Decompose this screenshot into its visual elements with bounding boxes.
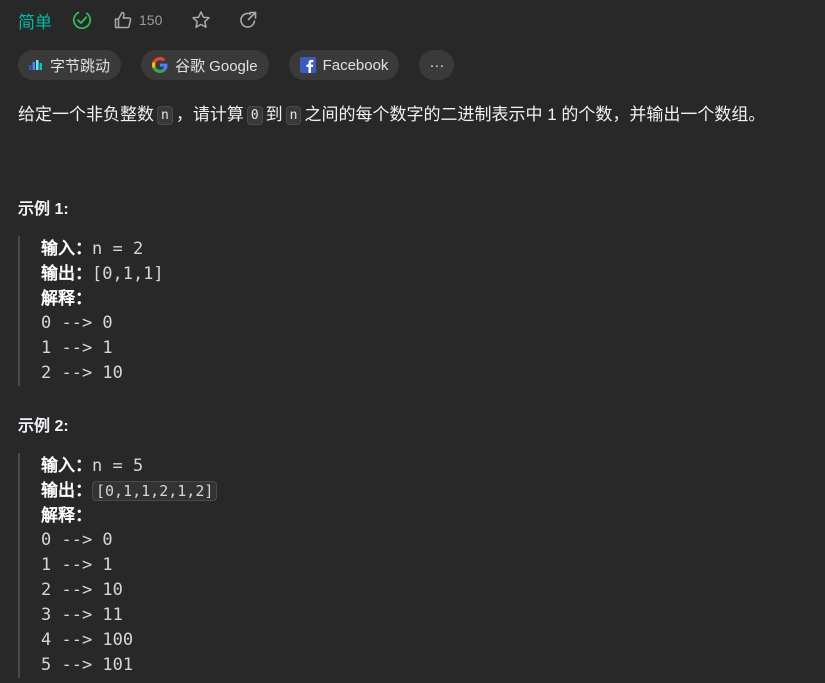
example-input: 输入：n = 2: [41, 236, 164, 261]
example-explain: 解释：: [41, 503, 217, 528]
description-text: 之间的每个数字的二进制表示中 1 的个数，并输出一个数组。: [304, 105, 766, 124]
output-value: [0,1,1,2,1,2]: [92, 481, 218, 501]
tag-google[interactable]: 谷歌 Google: [141, 50, 269, 80]
bytedance-icon: [29, 59, 43, 71]
inline-code-zero: 0: [246, 106, 263, 125]
input-label: 输入：: [41, 239, 92, 258]
explain-label: 解释：: [41, 506, 92, 525]
inline-code-n: n: [157, 106, 173, 125]
share-icon[interactable]: [238, 10, 258, 30]
input-value: n = 2: [92, 239, 144, 259]
explain-label: 解释：: [41, 289, 92, 308]
example-output: 输出： [0,1,1,2,1,2]: [41, 478, 218, 503]
example-explain: 解释：: [41, 286, 164, 311]
more-tags-button[interactable]: ···: [419, 50, 455, 80]
like-count: 150: [139, 12, 163, 28]
explain-line: 3 --> 11: [41, 605, 123, 625]
google-icon: [152, 57, 168, 73]
facebook-icon: [299, 57, 316, 73]
description-text: ，请计算: [175, 105, 244, 124]
description-text: 给定一个非负整数: [18, 105, 154, 124]
input-value: n = 5: [92, 456, 144, 476]
tag-label: 谷歌 Google: [175, 57, 258, 75]
explain-line: 5 --> 101: [41, 655, 134, 675]
difficulty-badge: 简单: [18, 12, 52, 32]
explain-line: 2 --> 10: [41, 580, 123, 600]
problem-description: 给定一个非负整数 n ，请计算 0 到 n 之间的每个数字的二进制表示中 1 的个数，并输出…: [18, 100, 818, 132]
like-button[interactable]: 150: [113, 10, 162, 30]
example-output: 输出：[0,1,1]: [41, 261, 164, 286]
company-tags: 字节跳动 谷歌 Google Facebook ···: [18, 50, 474, 80]
tag-bytedance[interactable]: 字节跳动: [18, 50, 122, 80]
explain-line: 1 --> 1: [41, 338, 113, 358]
example-input: 输入：n = 5: [41, 453, 217, 478]
example-1-block: 输入：n = 2 输出：[0,1,1] 解释： 0 --> 0 1 --> 1 …: [18, 236, 164, 386]
description-text: 到: [265, 105, 283, 124]
problem-meta-bar: 简单 150: [18, 6, 258, 34]
output-label: 输出：: [41, 264, 92, 283]
explain-line: 1 --> 1: [41, 555, 113, 575]
tag-label: Facebook: [322, 56, 389, 74]
explain-line: 4 --> 100: [41, 630, 134, 650]
tag-label: 字节跳动: [50, 57, 111, 75]
output-value: [0,1,1]: [92, 264, 164, 284]
problem-content: 给定一个非负整数 n ，请计算 0 到 n 之间的每个数字的二进制表示中 1 的个数，并输出…: [18, 100, 818, 678]
explain-line: 0 --> 0: [41, 530, 113, 550]
tag-facebook[interactable]: Facebook: [288, 50, 400, 80]
star-icon[interactable]: [191, 10, 211, 30]
thumbs-up-icon: [113, 10, 133, 30]
solved-check-icon[interactable]: [72, 10, 92, 30]
input-label: 输入：: [41, 456, 92, 475]
inline-code-n: n: [285, 106, 302, 125]
explain-line: 0 --> 0: [41, 313, 113, 333]
example-2-block: 输入：n = 5 输出： [0,1,1,2,1,2] 解释： 0 --> 0 1 …: [18, 453, 218, 678]
more-icon: ···: [429, 56, 445, 74]
example-1-title: 示例 1:: [18, 201, 69, 218]
example-2-title: 示例 2:: [18, 418, 69, 435]
output-label: 输出：: [41, 481, 92, 500]
explain-line: 2 --> 10: [41, 363, 123, 383]
